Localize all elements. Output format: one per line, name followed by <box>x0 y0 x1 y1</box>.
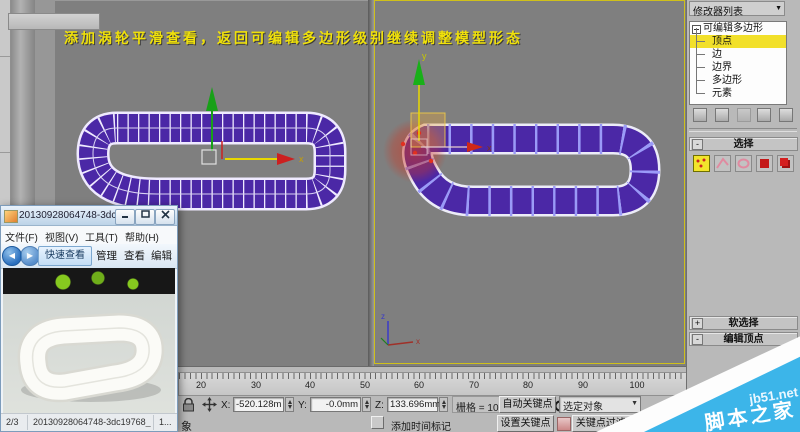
divider <box>0 56 10 57</box>
modifier-stack-list[interactable]: 可编辑多边形 顶点 边 边界 多边形 元素 <box>689 21 787 105</box>
axis-y-label: y <box>422 51 427 61</box>
divider <box>27 415 28 430</box>
collapse-icon[interactable]: - <box>692 139 703 150</box>
menu-help[interactable]: 帮助(H) <box>125 229 159 244</box>
mini-listener-icon[interactable] <box>371 416 384 429</box>
ruler-label: 50 <box>359 380 371 390</box>
axis-x-label: x <box>416 337 420 346</box>
maximize-button[interactable] <box>135 209 155 225</box>
remove-modifier-icon[interactable] <box>757 108 771 122</box>
axis-x-label: x <box>487 143 492 153</box>
element-mode-icon[interactable] <box>777 155 794 172</box>
gizmo-plane-handle <box>410 112 446 148</box>
border-mode-icon[interactable] <box>735 155 752 172</box>
quick-view-button[interactable]: 快速查看 <box>38 246 92 266</box>
white-loop-bench <box>17 312 165 403</box>
selection-rollout-header[interactable]: - 选择 <box>689 137 798 151</box>
back-button[interactable]: ◀ <box>2 246 22 266</box>
menu-view[interactable]: 视图(V) <box>45 229 78 244</box>
make-unique-icon[interactable] <box>737 108 751 122</box>
divider <box>0 152 10 153</box>
expand-icon[interactable]: + <box>692 318 703 329</box>
configure-modifier-sets-icon[interactable] <box>779 108 793 122</box>
y-spinner[interactable] <box>362 397 371 412</box>
auto-key-button[interactable]: 自动关键点 <box>499 396 556 413</box>
3dsmax-application: x y x z x 添加涡轮平滑查看，返回可编辑多边形级别继续调整模型形态 20… <box>0 0 800 432</box>
photo-file-icon <box>4 210 18 223</box>
selection-set-value: 选定对象 <box>563 402 603 413</box>
x-coordinate-label: X: <box>221 400 231 411</box>
photo-zoom-level: 1... <box>159 417 172 427</box>
viewport-top-editable-poly-active[interactable]: y x z x <box>374 0 685 364</box>
photo-image <box>3 268 175 416</box>
ruler-label: 30 <box>250 380 262 390</box>
photo-viewer-window[interactable]: 20130928064748-3dc... 文件(F) 视图(V) 工具(T) … <box>0 205 178 432</box>
axis-x-label: x <box>299 154 304 164</box>
menu-tools[interactable]: 工具(T) <box>85 229 118 244</box>
photo-filename: 20130928064748-3dc19768_m.jpg <box>33 417 151 427</box>
vertex-mode-icon[interactable] <box>693 155 710 172</box>
soft-selection-rollout-header[interactable]: + 软选择 <box>689 316 798 330</box>
forward-arrow-icon: ▶ <box>26 251 34 260</box>
axis-z-label: z <box>381 312 385 321</box>
manage-button[interactable]: 管理 <box>96 248 117 263</box>
view-button[interactable]: 查看 <box>124 248 145 263</box>
edit-vertices-rollout-header[interactable]: - 编辑顶点 <box>689 332 798 346</box>
photo-viewer-titlebar[interactable]: 20130928064748-3dc... <box>1 206 177 226</box>
ruler-label: 80 <box>522 380 534 390</box>
ruler-label: 40 <box>304 380 316 390</box>
z-coordinate-field[interactable]: 133.696mm <box>387 397 440 412</box>
world-axis-tripod: z x <box>380 312 420 346</box>
selection-set-dropdown[interactable]: 选定对象 ▼ <box>559 396 641 413</box>
ruler-label: 20 <box>195 380 207 390</box>
add-time-tag[interactable]: 添加时间标记 <box>391 418 451 432</box>
edge-mode-icon[interactable] <box>714 155 731 172</box>
polygon-mode-icon[interactable] <box>756 155 773 172</box>
lock-selection-icon[interactable] <box>182 398 195 413</box>
modifier-list-dropdown[interactable]: 修改器列表 ▼ <box>689 1 785 18</box>
ruler-label: 70 <box>468 380 480 390</box>
tutorial-annotation: 添加涡轮平滑查看，返回可编辑多边形级别继续调整模型形态 <box>64 30 523 46</box>
close-button[interactable] <box>155 209 175 225</box>
divider <box>153 415 154 430</box>
key-filters-icon[interactable] <box>557 417 571 431</box>
photo-viewer-title: 20130928064748-3dc... <box>19 210 125 221</box>
collapse-icon[interactable]: - <box>692 334 703 345</box>
z-spinner[interactable] <box>439 397 448 412</box>
ruler-ticks <box>179 373 687 379</box>
photo-viewer-statusbar: 2/3 20130928064748-3dc19768_m.jpg 1... <box>1 413 177 431</box>
ruler-label: 60 <box>413 380 425 390</box>
ruler-label: 100 <box>629 380 645 390</box>
menu-file[interactable]: 文件(F) <box>5 229 38 244</box>
y-coordinate-label: Y: <box>298 400 307 411</box>
timeline-ruler[interactable]: 20 30 40 50 60 70 80 90 100 <box>178 372 688 396</box>
dropdown-arrow-icon: ▼ <box>631 400 638 407</box>
x-coordinate-field[interactable]: -520.128m <box>233 397 284 412</box>
minimize-button[interactable] <box>115 209 135 225</box>
prompt-line-fragment: 象 <box>181 421 192 432</box>
show-end-result-icon[interactable] <box>715 108 729 122</box>
z-coordinate-label: Z: <box>375 400 384 411</box>
modifier-list-label: 修改器列表 <box>693 7 743 18</box>
photo-viewer-menubar: 文件(F) 视图(V) 工具(T) 帮助(H) <box>1 226 177 245</box>
editable-poly-loop: y x z x <box>380 51 661 346</box>
back-arrow-icon: ◀ <box>8 251 16 260</box>
set-key-button[interactable]: 设置关键点 <box>497 415 554 432</box>
y-coordinate-field[interactable]: -0.0mm <box>310 397 361 412</box>
ruler-label: 90 <box>577 380 589 390</box>
edit-button[interactable]: 编辑 <box>151 248 172 263</box>
forward-button[interactable]: ▶ <box>20 246 40 266</box>
divider <box>689 128 797 132</box>
dropdown-arrow-icon: ▼ <box>775 5 782 12</box>
x-spinner[interactable] <box>285 397 294 412</box>
absolute-transform-icon[interactable] <box>202 397 217 412</box>
viewport-divider[interactable] <box>368 0 374 366</box>
stack-item-element[interactable]: 元素 <box>690 80 786 100</box>
photo-viewer-toolbar: ◀ ▶ 快速查看 管理 查看 编辑 <box>1 244 177 269</box>
photo-index: 2/3 <box>6 417 19 427</box>
watermark-site-name: 脚本之家 <box>703 398 798 432</box>
pin-stack-icon[interactable] <box>693 108 707 122</box>
